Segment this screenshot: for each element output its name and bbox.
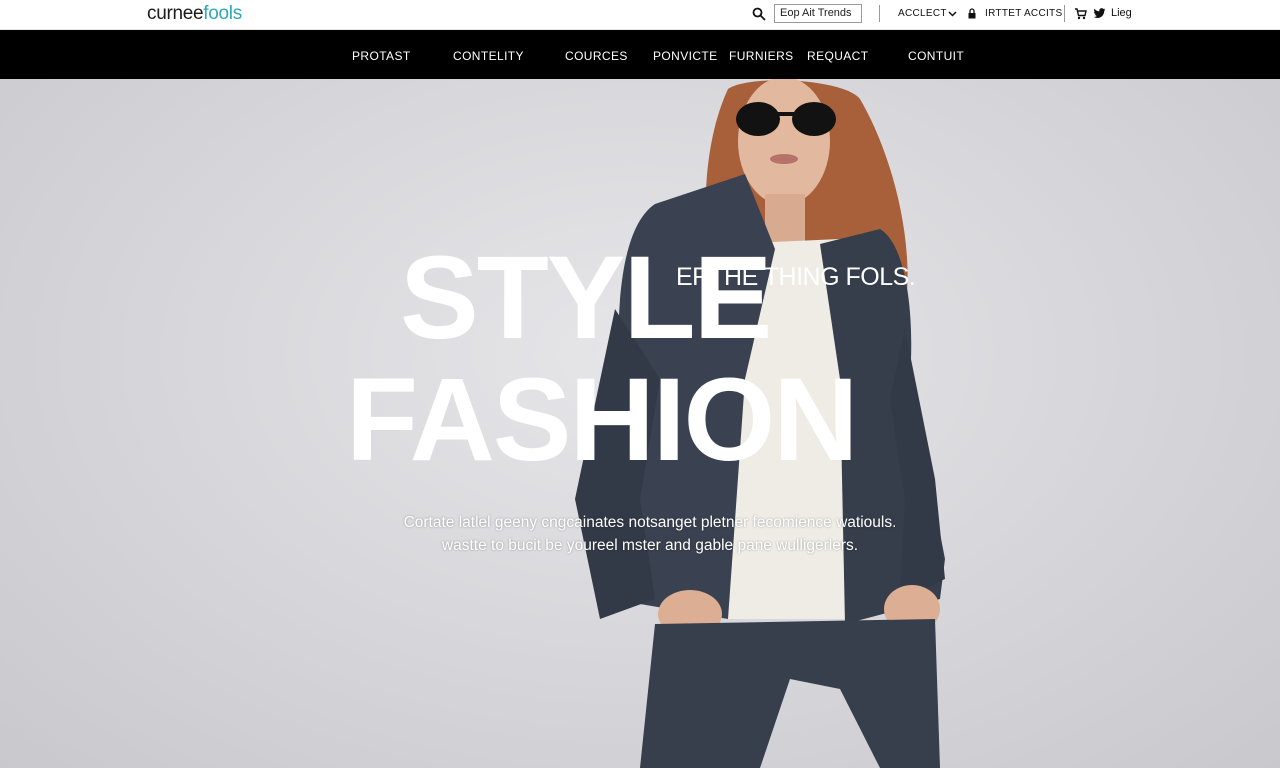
hero-description-line-1: Cortate latlel geeny cngcainates notsang… <box>403 514 897 531</box>
main-navigation: PROTAST CONTELITY COURCES PONVICTE FURNI… <box>0 30 1280 79</box>
hero-headline-style: STYLE <box>400 232 772 364</box>
divider <box>879 5 880 22</box>
hero-banner: STYLE ERTHE THING FOLS. FASHION Cortate … <box>0 79 1280 768</box>
hero-description-line-2: wastte to bucit be youreel mster and gab… <box>441 537 859 554</box>
nav-item-ponvicte[interactable]: PONVICTE <box>653 50 718 63</box>
logo-text-primary: curnee <box>147 3 204 24</box>
twitter-icon[interactable] <box>1093 7 1106 20</box>
hero-headline-fashion: FASHION <box>346 354 858 486</box>
logo-text-accent: fools <box>203 3 242 24</box>
hero-tagline: ERTHE THING FOLS. <box>676 263 916 291</box>
nav-item-cources[interactable]: COURCES <box>565 50 628 63</box>
search-input[interactable]: Eop Ait Trends <box>774 4 862 23</box>
chevron-down-icon[interactable] <box>948 9 957 18</box>
lock-icon <box>968 8 976 19</box>
nav-item-protast[interactable]: PROTAST <box>352 50 411 63</box>
nav-item-requact[interactable]: REQUACT <box>807 50 868 63</box>
wishlist-link[interactable]: IRTTET ACCITS <box>985 8 1062 19</box>
top-utility-bar: curneefools Eop Ait Trends ACCLECT IRTTE… <box>0 0 1280 30</box>
divider <box>1064 5 1065 22</box>
language-selector[interactable]: Lieg <box>1111 7 1132 19</box>
nav-item-contelity[interactable]: CONTELITY <box>453 50 524 63</box>
cart-icon[interactable] <box>1074 7 1087 20</box>
nav-item-furniers[interactable]: FURNIERS <box>729 50 794 63</box>
nav-item-contuit[interactable]: CONTUIT <box>908 50 964 63</box>
search-icon[interactable] <box>752 7 766 21</box>
account-menu[interactable]: ACCLECT <box>898 8 947 19</box>
hero-description: Cortate latlel geeny cngcainates notsang… <box>380 511 920 557</box>
brand-logo[interactable]: curneefools <box>147 3 242 25</box>
